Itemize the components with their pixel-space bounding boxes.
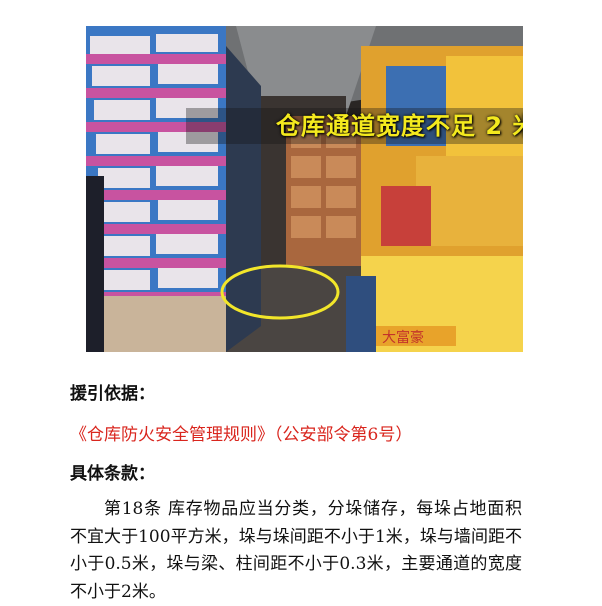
warehouse-photo: 大富豪 仓库通道宽度不足 2 米 [86,26,523,352]
warehouse-aisle-image: 大富豪 [86,26,523,352]
citation-heading: 援引依据： [70,384,155,404]
watermark [520,550,580,572]
box-print-text: 大富豪 [382,329,424,346]
regulation-title: 《仓库防火安全管理规则》（公安部令第6号） [70,425,413,445]
photo-caption: 仓库通道宽度不足 2 米 [186,108,523,144]
clause-text: 第18条 库存物品应当分类，分垛储存，每垛占地面积不宜大于100平方米，垛与垛间… [70,499,522,602]
clause-heading: 具体条款： [70,464,155,484]
